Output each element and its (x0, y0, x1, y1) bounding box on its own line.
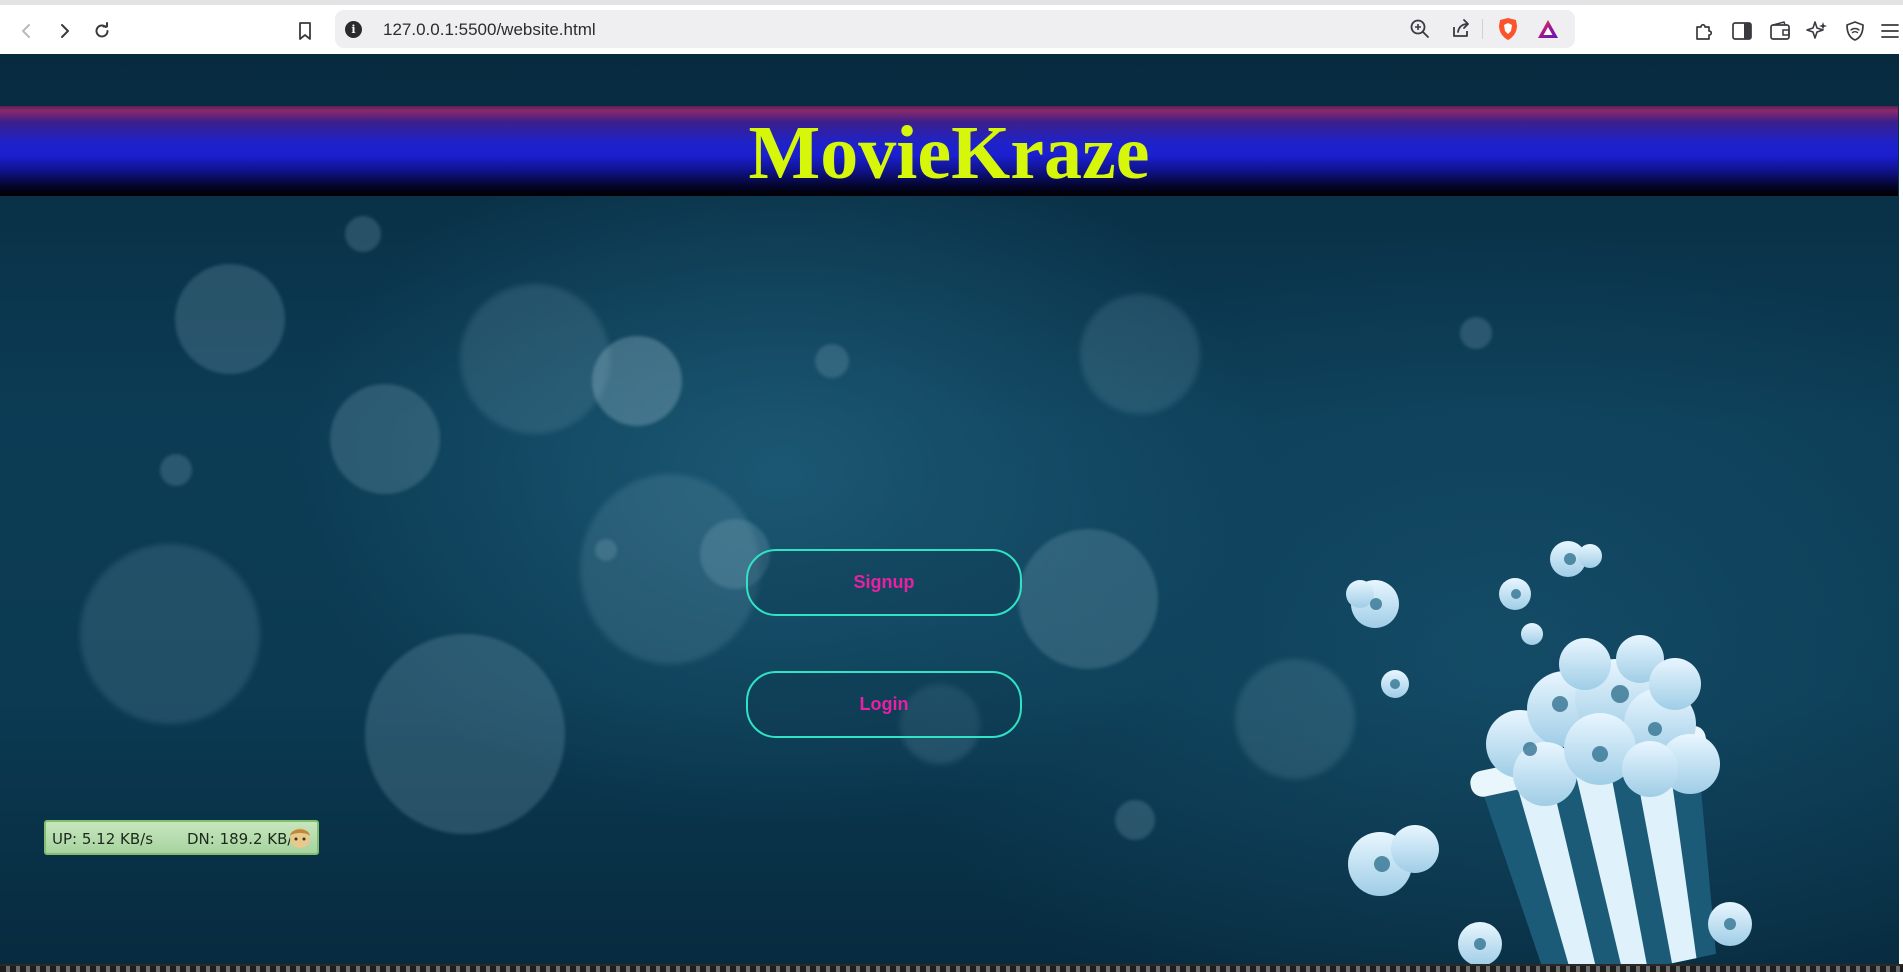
download-speed: DN: 189.2 KB/s (187, 830, 301, 848)
menu-icon[interactable] (1875, 16, 1903, 46)
forward-icon[interactable] (49, 16, 79, 46)
browser-toolbar: i 127.0.0.1:5500/website.html (0, 0, 1903, 54)
zoom-icon[interactable] (1407, 16, 1433, 42)
leo-ai-icon[interactable] (1802, 16, 1832, 46)
brave-shields-icon[interactable] (1495, 16, 1521, 42)
divider (1482, 19, 1483, 39)
page-viewport: MovieKraze Signup Login UP: 5.12 KB/s DN… (0, 54, 1903, 972)
url-text[interactable]: 127.0.0.1:5500/website.html (383, 20, 596, 40)
vpn-icon[interactable] (1840, 16, 1870, 46)
extensions-icon[interactable] (1689, 16, 1719, 46)
site-info-icon[interactable]: i (345, 21, 362, 38)
upload-speed: UP: 5.12 KB/s (52, 830, 154, 848)
site-title: MovieKraze (748, 111, 1150, 195)
share-icon[interactable] (1448, 16, 1474, 42)
header-banner: MovieKraze (0, 106, 1898, 196)
reload-icon[interactable] (87, 16, 117, 46)
back-icon[interactable] (12, 16, 42, 46)
signup-button[interactable]: Signup (746, 549, 1022, 616)
login-button[interactable]: Login (746, 671, 1022, 738)
page-edge (1899, 54, 1903, 972)
wallet-icon[interactable] (1765, 16, 1795, 46)
brave-rewards-icon[interactable] (1535, 16, 1561, 42)
address-bar[interactable]: i 127.0.0.1:5500/website.html (335, 10, 1575, 48)
sidebar-icon[interactable] (1727, 16, 1757, 46)
popcorn-illustration (1346, 541, 1752, 972)
bookmark-icon[interactable] (290, 16, 320, 46)
mascot-icon (290, 828, 310, 848)
film-strip-border (0, 964, 1903, 972)
network-speed-widget[interactable]: UP: 5.12 KB/s DN: 189.2 KB/s (44, 820, 319, 855)
